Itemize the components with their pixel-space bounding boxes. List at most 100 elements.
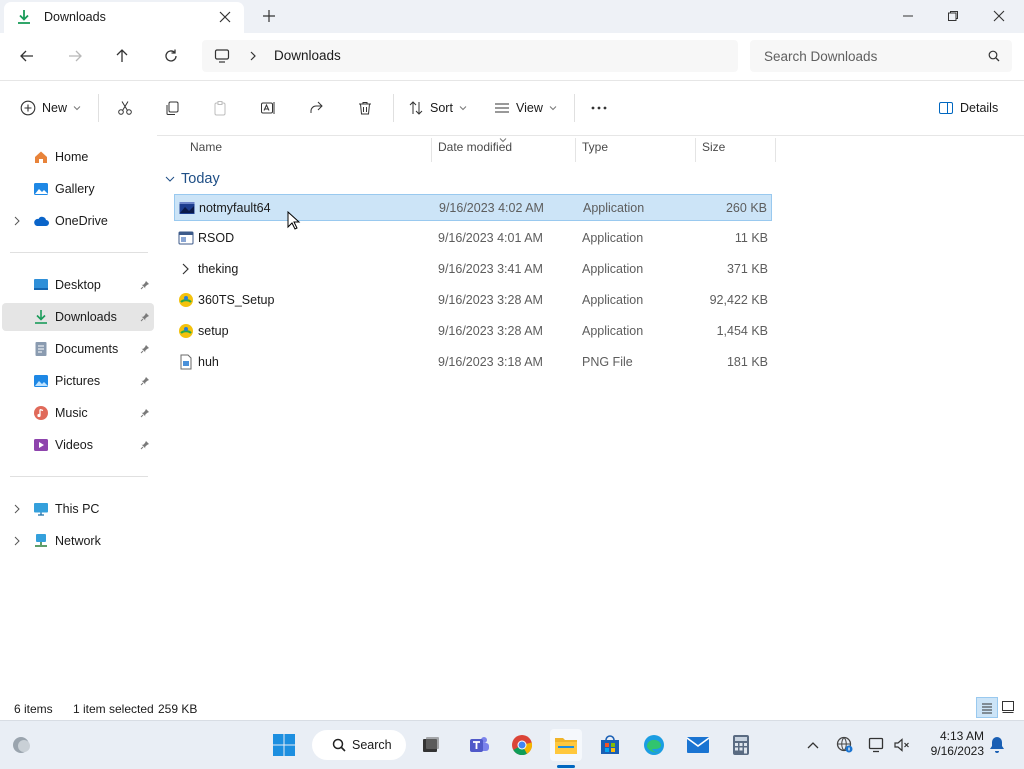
sidebar-item-home[interactable]: Home [2,143,154,171]
file-row[interactable]: notmyfault64 9/16/2023 4:02 AM Applicati… [174,194,772,221]
new-button[interactable]: New [20,97,81,119]
details-view-button[interactable] [976,697,998,718]
column-header-name[interactable]: Name [190,140,222,162]
column-divider[interactable] [695,138,696,162]
weather-widget-button[interactable] [6,729,38,761]
sidebar-item-desktop[interactable]: Desktop [2,271,154,299]
file-name: 360TS_Setup [198,293,275,307]
file-row[interactable]: 360TS_Setup 9/16/2023 3:28 AM Applicatio… [174,287,772,314]
column-divider[interactable] [575,138,576,162]
pin-icon[interactable] [140,407,150,421]
file-size: 181 KB [726,355,768,369]
cut-button[interactable] [117,97,133,119]
minimize-button[interactable] [885,0,931,31]
chevron-right-icon[interactable] [248,50,258,65]
plus-circle-icon [20,100,36,116]
file-date: 9/16/2023 3:41 AM [438,262,543,276]
toolbar-divider [98,94,99,122]
chevron-right-icon[interactable] [12,215,22,230]
search-input[interactable]: Search Downloads [764,49,877,64]
clock-time: 4:13 AM [939,729,984,743]
paste-button[interactable] [212,97,228,119]
store-app-button[interactable] [594,729,626,761]
start-button[interactable] [268,729,300,761]
calculator-app-button[interactable] [725,729,757,761]
sort-button[interactable]: Sort [408,97,467,119]
sidebar-item-documents[interactable]: Documents [2,335,154,363]
column-divider[interactable] [775,138,776,162]
status-bar: 6 items 1 item selected 259 KB [0,697,1024,720]
sidebar-item-downloads[interactable]: Downloads [2,303,154,331]
file-size: 371 KB [726,262,768,276]
details-pane-button[interactable]: Details [938,97,998,119]
picture-icon [33,373,49,389]
sidebar-item-music[interactable]: Music [2,399,154,427]
pin-icon[interactable] [140,343,150,357]
column-header-size[interactable]: Size [702,140,725,162]
maximize-button[interactable] [930,0,976,31]
tray-app-button[interactable] [829,729,861,761]
column-header-date[interactable]: Date modified [438,140,512,162]
sidebar-item-gallery[interactable]: Gallery [2,175,154,203]
back-button[interactable] [12,41,42,71]
taskbar-search-button[interactable]: Search [312,730,406,760]
show-hidden-icons-button[interactable] [797,729,829,761]
chrome-app-button[interactable] [506,729,538,761]
file-row[interactable]: theking 9/16/2023 3:41 AM Application 37… [174,256,772,283]
file-size: 260 KB [725,201,767,215]
teams-app-button[interactable] [463,729,495,761]
chevron-right-icon[interactable] [12,535,22,550]
file-row[interactable]: huh 9/16/2023 3:18 AM PNG File 181 KB [174,349,772,376]
mail-app-button[interactable] [682,729,714,761]
column-header-type[interactable]: Type [582,140,608,162]
delete-button[interactable] [357,97,373,119]
more-icon [591,106,607,110]
task-view-button[interactable] [415,729,447,761]
sidebar-item-this-pc[interactable]: This PC [2,495,154,523]
clock[interactable]: 4:13 AM 9/16/2023 [918,729,984,759]
file-date: 9/16/2023 3:18 AM [438,355,543,369]
file-explorer-app-button[interactable] [550,729,582,761]
edge-app-button[interactable] [638,729,670,761]
close-button[interactable] [976,0,1022,31]
group-header-today[interactable]: Today [165,170,220,188]
rename-button[interactable] [260,97,276,119]
calculator-icon [733,735,749,755]
chevron-down-icon [73,106,81,111]
sidebar-item-pictures[interactable]: Pictures [2,367,154,395]
more-options-button[interactable] [590,97,608,119]
volume-tray-button[interactable] [886,729,918,761]
notifications-button[interactable] [981,729,1013,761]
file-row[interactable]: RSOD 9/16/2023 4:01 AM Application 11 KB [174,225,772,252]
refresh-button[interactable] [156,41,186,71]
breadcrumb-downloads[interactable]: Downloads [274,48,341,63]
sidebar-item-videos[interactable]: Videos [2,431,154,459]
pin-icon[interactable] [140,375,150,389]
search-box[interactable]: Search Downloads [750,40,1012,72]
sidebar-item-onedrive[interactable]: OneDrive [2,207,154,235]
column-divider[interactable] [431,138,432,162]
share-button[interactable] [308,97,324,119]
file-row[interactable]: setup 9/16/2023 3:28 AM Application 1,45… [174,318,772,345]
pin-icon[interactable] [140,439,150,453]
forward-button[interactable] [60,41,90,71]
clock-date: 9/16/2023 [930,744,984,758]
pin-icon[interactable] [140,279,150,293]
close-tab-icon[interactable] [218,10,232,27]
document-icon [33,341,49,357]
new-tab-button[interactable] [262,9,276,26]
tab-downloads[interactable]: Downloads [4,2,244,33]
sidebar-divider [10,476,148,477]
pin-icon[interactable] [140,311,150,325]
sidebar-item-network[interactable]: Network [2,527,154,555]
address-bar[interactable]: Downloads [202,40,738,72]
file-type: Application [582,262,644,276]
pc-icon[interactable] [214,48,230,67]
copy-button[interactable] [164,97,180,119]
mail-icon [686,737,710,753]
view-button[interactable]: View [494,97,557,119]
tiles-view-icon [1002,701,1014,713]
up-button[interactable] [107,41,137,71]
tiles-view-button[interactable] [1001,700,1015,717]
chevron-right-icon[interactable] [12,503,22,518]
